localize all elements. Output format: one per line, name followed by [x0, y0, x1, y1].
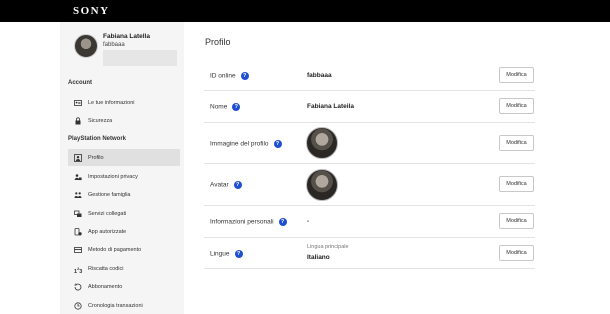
- sidebar-item-authorized-apps[interactable]: App autorizzate: [68, 223, 180, 240]
- sidebar-item-label: Abbonamento: [88, 283, 123, 290]
- sidebar-item-label: Profilo: [88, 154, 104, 161]
- online-id-value: fabbaaa: [307, 72, 332, 79]
- help-icon[interactable]: ?: [233, 181, 242, 189]
- sidebar-item-label: Metodo di pagamento: [88, 246, 142, 253]
- edit-name-button[interactable]: Modifica: [499, 98, 534, 114]
- row-label-text: ID online: [210, 72, 236, 80]
- language-value: Italiano: [307, 254, 330, 261]
- sidebar-item-redeem-codes[interactable]: 123 Riscatta codici: [68, 260, 180, 277]
- help-icon[interactable]: ?: [278, 218, 287, 226]
- sidebar-item-linked-services[interactable]: Servizi collegati: [68, 205, 180, 222]
- row-label-text: Avatar: [210, 181, 229, 189]
- edit-profile-picture-button[interactable]: Modifica: [499, 135, 534, 151]
- help-icon[interactable]: ?: [273, 140, 282, 148]
- sidebar-item-label: Gestione famiglia: [88, 191, 131, 198]
- profile-row-online-id: ID online? fabbaaa Modifica: [204, 61, 535, 91]
- primary-language-label: Lingua principale: [307, 244, 349, 250]
- edit-languages-button[interactable]: Modifica: [499, 245, 534, 261]
- lock-icon: [74, 116, 82, 125]
- edit-personal-info-button[interactable]: Modifica: [499, 213, 534, 229]
- sidebar-item-your-info[interactable]: Le tue informazioni: [68, 94, 180, 111]
- row-label: Lingue?: [210, 250, 243, 258]
- profile-row-avatar: Avatar? Modifica: [204, 164, 535, 206]
- help-icon[interactable]: ?: [234, 250, 243, 258]
- row-label: Immagine del profilo?: [210, 140, 282, 148]
- account-heading: Account: [68, 80, 92, 86]
- profile-row-name: Nome? Fabiana Lateila Modifica: [204, 91, 535, 123]
- personal-info-value: -: [307, 218, 310, 225]
- sidebar-item-transaction-history[interactable]: Cronologia transazioni: [68, 297, 180, 314]
- top-bar: SONY: [0, 0, 610, 22]
- edit-online-id-button[interactable]: Modifica: [499, 67, 534, 83]
- history-icon: [74, 301, 82, 310]
- profile-row-personal-info: Informazioni personali? - Modifica: [204, 206, 535, 238]
- profile-row-languages: Lingue? Lingua principale Italiano Modif…: [204, 238, 535, 269]
- profile-picture: [306, 127, 338, 159]
- help-icon[interactable]: ?: [240, 72, 249, 80]
- privacy-icon: [74, 173, 82, 181]
- help-icon[interactable]: ?: [232, 103, 241, 111]
- sidebar-item-label: Le tue informazioni: [88, 99, 135, 106]
- sidebar-item-label: Cronologia transazioni: [88, 302, 143, 309]
- avatar-image: [306, 169, 338, 201]
- sidebar-item-family[interactable]: Gestione famiglia: [68, 186, 180, 203]
- sidebar-item-subscription[interactable]: Abbonamento: [68, 278, 180, 295]
- edit-avatar-button[interactable]: Modifica: [499, 176, 534, 192]
- family-icon: [74, 191, 82, 199]
- sidebar-item-label: Servizi collegati: [88, 210, 127, 217]
- credit-card-icon: [74, 246, 82, 254]
- sidebar-item-label: Sicurezza: [88, 117, 113, 124]
- sidebar-item-label: Impostazioni privacy: [88, 173, 138, 180]
- subscription-icon: [74, 282, 82, 291]
- row-label: Avatar?: [210, 181, 242, 189]
- sidebar-item-profile[interactable]: Profilo: [68, 149, 180, 166]
- row-label: ID online?: [210, 72, 249, 80]
- name-value: Fabiana Lateila: [307, 103, 354, 110]
- sidebar-item-security[interactable]: Sicurezza: [68, 112, 180, 129]
- user-name: Fabiana Latella: [103, 33, 150, 40]
- redeem-codes-icon: 123: [74, 265, 83, 275]
- linked-services-icon: [74, 210, 82, 218]
- user-avatar: [74, 34, 98, 58]
- sidebar-item-label: Riscatta codici: [88, 265, 124, 272]
- sidebar-item-privacy[interactable]: Impostazioni privacy: [68, 168, 180, 185]
- row-label: Nome?: [210, 103, 241, 111]
- row-label: Informazioni personali?: [210, 218, 287, 226]
- sidebar-item-label: App autorizzate: [88, 228, 127, 235]
- user-online-id: fabbaaa: [103, 42, 125, 48]
- authorized-apps-icon: [74, 227, 82, 236]
- row-label-text: Lingue: [210, 250, 230, 258]
- row-label-text: Informazioni personali: [210, 218, 274, 226]
- profile-icon: [74, 153, 82, 162]
- profile-row-picture: Immagine del profilo? Modifica: [204, 123, 535, 164]
- sidebar-item-payment-method[interactable]: Metodo di pagamento: [68, 241, 180, 258]
- id-card-icon: [74, 99, 82, 107]
- psn-heading: PlayStation Network: [68, 136, 127, 142]
- row-label-text: Nome: [210, 103, 228, 111]
- row-label-text: Immagine del profilo: [210, 140, 269, 148]
- sony-logo[interactable]: SONY: [73, 5, 110, 17]
- user-info-placeholder: [103, 50, 177, 66]
- page-title: Profilo: [205, 37, 231, 47]
